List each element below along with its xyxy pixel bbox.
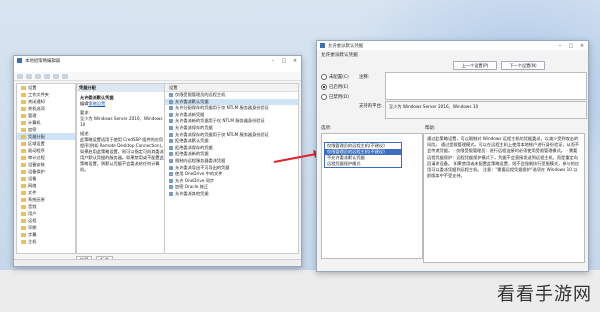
list-item-selected[interactable]: 允许委派默认凭据 bbox=[165, 98, 298, 106]
list-item[interactable]: 允许委派新的凭据用于仅 NTLM 服务器身份验证 bbox=[165, 118, 298, 125]
gpedit-titlebar: 本地组策略编辑器 – □ × bbox=[14, 56, 301, 65]
list-item[interactable]: 允许分配保存的凭据用于仅 NTLM 服务器身份验证 bbox=[165, 105, 298, 112]
help-text-box: 通过此策略设置，可以限制对 Windows 远程主机的凭据委派，以减少受到攻击的… bbox=[423, 133, 585, 263]
maximize-icon[interactable]: □ bbox=[281, 58, 287, 64]
dialog-titlebar: 允许委派默认凭据 – □ × bbox=[317, 41, 588, 50]
help-icon[interactable] bbox=[53, 73, 59, 79]
tree-item[interactable]: 关闭通知 bbox=[17, 98, 75, 105]
forward-icon[interactable] bbox=[26, 73, 32, 79]
list-item[interactable]: 仅限受限管理员的远程主机 bbox=[165, 92, 298, 99]
list-item[interactable]: 允许委派导出不可导出的凭据 bbox=[165, 165, 298, 172]
options-label: 选项: bbox=[321, 126, 332, 131]
edit-policy-link[interactable]: 策略设置 bbox=[88, 101, 105, 106]
radio-enabled[interactable]: 已启用(E) bbox=[321, 84, 348, 90]
tree-item[interactable]: 设备 bbox=[17, 175, 75, 182]
tree-item[interactable]: 区域设置 bbox=[17, 140, 75, 147]
list-item[interactable]: 允许 OneDrive 同步 bbox=[165, 178, 298, 185]
list-column-header[interactable]: 设置 bbox=[165, 84, 298, 92]
tree-item[interactable]: 字幕 bbox=[17, 231, 75, 238]
dialog-title: 允许委派默认凭据 bbox=[328, 43, 364, 49]
detail-header: 凭据分配 bbox=[77, 84, 169, 92]
tree-item[interactable]: 音频 bbox=[17, 203, 75, 210]
gpedit-statusbar bbox=[14, 259, 301, 266]
tree-item[interactable]: 设备安装 bbox=[17, 161, 75, 168]
previous-setting-button[interactable]: 上一个设置(P) bbox=[453, 61, 497, 70]
list-item[interactable]: 拒绝委派默认凭据 bbox=[165, 138, 298, 145]
list-item[interactable]: 使用 OneDrive 中的文件 bbox=[165, 171, 298, 178]
dropdown-option[interactable]: 远程凭据保护模式 bbox=[325, 161, 401, 167]
up-icon[interactable] bbox=[35, 73, 41, 79]
tree-item[interactable]: 设置 bbox=[17, 84, 75, 91]
gpedit-title: 本地组策略编辑器 bbox=[25, 58, 61, 64]
supported-label: 支持的平台: bbox=[359, 104, 383, 109]
policy-settings-list: 设置 仅限受限管理员的远程主机 允许委派默认凭据 允许分配保存的凭据用于仅 NT… bbox=[164, 83, 299, 254]
tree-item[interactable]: 关机选项 bbox=[17, 105, 75, 112]
comment-textarea[interactable] bbox=[385, 72, 587, 100]
list-item[interactable]: 允许委派保存的凭据用于仅 NTLM 服务器身份验证 bbox=[165, 132, 298, 139]
close-icon[interactable]: × bbox=[579, 43, 585, 49]
watermark-logo: 看看手游网 bbox=[497, 284, 592, 305]
tree-item[interactable]: 用户 bbox=[17, 210, 75, 217]
maximize-icon[interactable]: □ bbox=[568, 43, 574, 49]
tree-item[interactable]: 网络 bbox=[17, 182, 75, 189]
comment-label: 注释: bbox=[359, 75, 370, 80]
detail-desc: 此策略设置适用于使用 CredSSP 组件的应用程序(例如 Remote Des… bbox=[80, 137, 166, 172]
policy-tree: 设置 工作文件夹 关闭通知 关机选项 管理 计算机 加密 凭据分配 区域设置 驱… bbox=[16, 83, 76, 254]
tree-item[interactable]: 审计过程 bbox=[17, 154, 75, 161]
detail-edit-line: 编辑策略设置 bbox=[80, 101, 166, 107]
dialog-heading-bar: 允许委派默认凭据 bbox=[317, 50, 588, 60]
minimize-icon[interactable]: – bbox=[557, 43, 563, 49]
tree-item-selected[interactable]: 凭据分配 bbox=[17, 133, 75, 140]
next-setting-button[interactable]: 下一个设置(N) bbox=[501, 61, 545, 70]
tree-item[interactable]: 加密 bbox=[17, 126, 75, 133]
list-item[interactable]: 允许委派其他凭据 bbox=[165, 191, 298, 198]
dialog-app-icon bbox=[320, 43, 325, 48]
minimize-icon[interactable]: – bbox=[270, 58, 276, 64]
help-label: 帮助: bbox=[425, 126, 436, 131]
tree-item[interactable]: 早期 bbox=[17, 224, 75, 231]
gpedit-menubar bbox=[14, 65, 301, 72]
tree-item[interactable]: 主机 bbox=[17, 238, 75, 245]
gpedit-toolbar bbox=[14, 72, 301, 81]
radio-disabled[interactable]: 已禁用(D) bbox=[321, 94, 349, 100]
restrict-mode-dropdown[interactable]: 仅限管理员的远程主机(不建议) 仅限管理员的远程主机(不建议) 不允许委派默认凭… bbox=[324, 142, 402, 168]
list-item[interactable]: 允许委派保存的凭据 bbox=[165, 125, 298, 132]
gpedit-app-icon bbox=[17, 58, 22, 63]
supported-platforms-box: 至少为 Windows Server 2016、Windows 10 bbox=[385, 101, 587, 119]
policy-dialog: 允许委派默认凭据 – □ × 允许委派默认凭据 上一个设置(P) 下一个设置(N… bbox=[316, 40, 589, 272]
tree-item[interactable]: 远程 bbox=[17, 217, 75, 224]
dialog-heading: 允许委派默认凭据 bbox=[321, 53, 358, 58]
tree-item[interactable]: 系统还原 bbox=[17, 196, 75, 203]
detail-req-text: 至少为 Windows Server 2016、Windows 10 bbox=[80, 116, 163, 127]
tree-item[interactable]: 计算机 bbox=[17, 119, 75, 126]
gpedit-window: 本地组策略编辑器 – □ × 设置 工作文件夹 关闭通知 关机选项 管理 计算机… bbox=[13, 55, 302, 267]
show-hide-tree-icon[interactable] bbox=[44, 73, 50, 79]
tree-item[interactable]: 工作文件夹 bbox=[17, 91, 75, 98]
tree-item[interactable]: 设备保护 bbox=[17, 168, 75, 175]
filter-icon[interactable] bbox=[62, 73, 68, 79]
window-controls: – □ × bbox=[270, 58, 298, 64]
tree-item[interactable]: 驱动程序 bbox=[17, 147, 75, 154]
dialog-window-controls: – □ × bbox=[557, 43, 585, 49]
radio-not-configured[interactable]: 未配置(C) bbox=[321, 74, 349, 80]
radio-circle[interactable] bbox=[321, 94, 327, 100]
back-icon[interactable] bbox=[17, 73, 23, 79]
tree-item[interactable]: 文件 bbox=[17, 189, 75, 196]
policy-detail-pane: 凭据分配 允许委派默认凭据 编辑策略设置 要求: 至少为 Windows Ser… bbox=[76, 83, 170, 254]
close-icon[interactable]: × bbox=[292, 58, 298, 64]
radio-circle-checked[interactable] bbox=[321, 84, 327, 90]
tree-item[interactable]: 管理 bbox=[17, 112, 75, 119]
radio-circle[interactable] bbox=[321, 74, 327, 80]
list-item[interactable]: 加密 Oracle 修正 bbox=[165, 184, 298, 191]
list-item[interactable]: 允许委派新凭据 bbox=[165, 112, 298, 119]
